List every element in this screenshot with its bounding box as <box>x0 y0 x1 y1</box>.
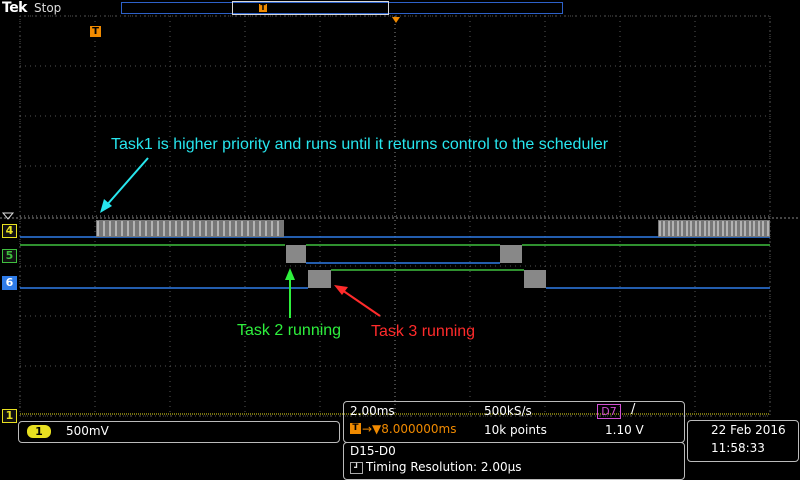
digital-group: D15-D0 <box>350 444 396 458</box>
time: 11:58:33 <box>711 441 765 455</box>
task2-arrow-icon <box>285 268 295 318</box>
task1-arrow-icon <box>100 157 149 213</box>
grid-dots <box>19 15 771 417</box>
date: 22 Feb 2016 <box>711 423 786 437</box>
trigger-position-icon: T <box>350 423 361 434</box>
ch1-channel-label[interactable]: 1 <box>2 409 17 423</box>
task3-annotation: Task 3 running <box>371 323 476 340</box>
trigger-position: →▼8.000000ms <box>362 422 457 436</box>
record-length: 10k points <box>484 423 547 437</box>
trigger-slope-icon: / <box>631 402 636 417</box>
horizontal-scale: 2.00ms <box>350 404 395 418</box>
trigger-source-badge: D7 <box>597 404 621 419</box>
ch1-badge: 1 <box>27 425 51 438</box>
timing-resolution: Timing Resolution: 2.00µs <box>366 460 522 474</box>
task2-annotation: Task 2 running <box>237 322 342 339</box>
d6-channel-label[interactable]: 6 <box>2 276 17 290</box>
sample-rate: 500kS/s <box>484 404 532 418</box>
ch1-vertical-scale: 500mV <box>66 424 109 438</box>
task1-annotation: Task1 is higher priority and runs until … <box>111 136 609 153</box>
timing-resolution-icon: ┛ <box>350 462 363 474</box>
task3-arrow-icon <box>334 285 381 317</box>
trigger-level: 1.10 V <box>605 423 644 437</box>
trigger-position-arrow-icon <box>392 17 400 23</box>
d4-channel-label[interactable]: 4 <box>2 224 17 238</box>
d5-channel-label[interactable]: 5 <box>2 249 17 263</box>
trigger-point-icon: T <box>90 26 101 37</box>
